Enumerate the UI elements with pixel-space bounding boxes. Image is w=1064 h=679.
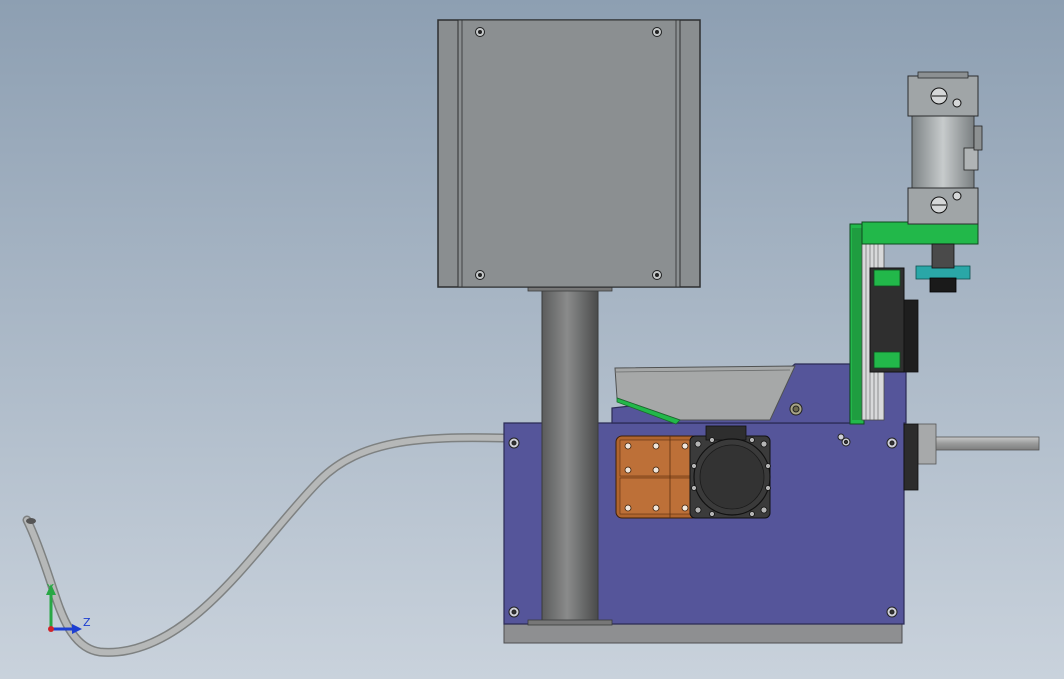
cylinder-fitting: [963, 147, 979, 171]
cable-end: [26, 518, 36, 524]
clamp-and-motor: [615, 425, 771, 519]
cad-viewport[interactable]: Y Z: [0, 0, 1064, 679]
triad-y-label: Y: [46, 582, 54, 595]
floor-plate: [503, 623, 903, 644]
triad-z-label: Z: [83, 616, 91, 629]
green-mount-plate: [861, 221, 979, 245]
output-rod: [917, 423, 1040, 465]
electrical-box: [437, 19, 701, 288]
rod-collar: [917, 423, 937, 465]
pneumatic-cylinder: [907, 71, 983, 225]
assembly-drawing[interactable]: Y Z: [0, 0, 1064, 679]
flex-cable: [22, 433, 508, 657]
